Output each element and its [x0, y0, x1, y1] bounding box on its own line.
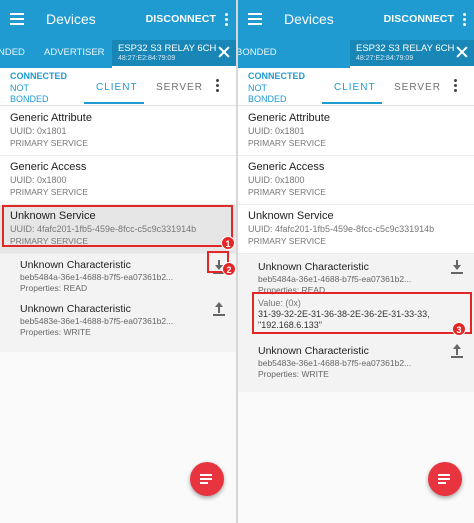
device-name: ESP32 S3 RELAY 6CH [356, 43, 455, 54]
tab-client[interactable]: CLIENT [334, 82, 376, 93]
characteristic-write[interactable]: Unknown Characteristic beb5483e-36e1-468… [0, 298, 236, 344]
more-vert-icon[interactable] [216, 79, 220, 95]
connection-status: CONNECTED [248, 71, 306, 81]
service-list: Generic Attribute UUID: 0x1801 PRIMARY S… [0, 107, 236, 352]
characteristic-name: Unknown Characteristic [258, 261, 369, 273]
characteristic-uuid: beb5484a-36e1-4688-b7f5-ea07361b2... [20, 272, 174, 282]
disconnect-button[interactable]: DISCONNECT [384, 13, 454, 25]
service-name: Generic Access [248, 161, 325, 173]
characteristic-list: Unknown Characteristic beb5484a-36e1-468… [238, 254, 474, 392]
app-bar: Devices DISCONNECT [0, 0, 236, 40]
tab-advertiser[interactable]: ADVERTISER [44, 47, 105, 58]
app-title: Devices [284, 11, 334, 27]
fab-button[interactable] [190, 462, 224, 496]
characteristic-value-text: "192.168.6.133" [258, 320, 322, 330]
characteristic-properties: Properties: WRITE [258, 369, 329, 379]
close-icon[interactable] [218, 46, 230, 58]
tab-client[interactable]: CLIENT [96, 82, 138, 93]
close-icon[interactable] [456, 46, 468, 58]
characteristic-uuid: beb5483e-36e1-4688-b7f5-ea07361b2... [20, 316, 174, 326]
characteristic-name: Unknown Characteristic [20, 303, 131, 315]
tab-bonded[interactable]: NDED [0, 47, 25, 58]
service-name: Generic Access [10, 161, 87, 173]
characteristic-read[interactable]: Unknown Characteristic beb5484a-36e1-468… [238, 254, 474, 340]
service-uuid: UUID: 0x1800 [248, 175, 305, 185]
service-type: PRIMARY SERVICE [10, 187, 88, 197]
tab-connected-device[interactable]: ESP32 S3 RELAY 6CH 48:27:E2:84:79:09 [350, 40, 474, 68]
characteristic-value-label: Value: (0x) [258, 298, 301, 308]
app-title: Devices [46, 11, 96, 27]
tab-server[interactable]: SERVER [156, 82, 203, 93]
device-tabs: BONDED ESP32 S3 RELAY 6CH 48:27:E2:84:79… [238, 40, 474, 68]
characteristic-properties: Properties: READ [20, 283, 88, 293]
more-vert-icon[interactable] [454, 79, 458, 95]
bond-status: NOT BONDED [10, 83, 49, 104]
tab-server[interactable]: SERVER [394, 82, 441, 93]
service-name: Generic Attribute [10, 112, 92, 124]
connection-status-bar: CONNECTED NOT BONDED CLIENT SERVER [0, 68, 236, 106]
tab-connected-device[interactable]: ESP32 S3 RELAY 6CH 48:27:E2:84:79:09 [112, 40, 236, 68]
annotation-marker: 1 [221, 236, 235, 250]
characteristic-uuid: beb5484a-36e1-4688-b7f5-ea07361b2... [258, 274, 412, 284]
tab-bonded[interactable]: BONDED [238, 47, 277, 58]
characteristic-properties: Properties: WRITE [20, 327, 91, 337]
device-mac: 48:27:E2:84:79:09 [356, 55, 414, 62]
annotation-marker: 2 [222, 262, 236, 276]
characteristic-uuid: beb5483e-36e1-4688-b7f5-ea07361b2... [258, 358, 412, 368]
characteristic-list: Unknown Characteristic beb5484a-36e1-468… [0, 254, 236, 352]
right-screen: Devices DISCONNECT BONDED ESP32 S3 RELAY… [238, 0, 474, 523]
more-vert-icon[interactable] [459, 11, 469, 29]
upload-write-icon[interactable] [212, 302, 226, 316]
disconnect-button[interactable]: DISCONNECT [146, 13, 216, 25]
client-tab-indicator [322, 102, 382, 104]
service-name: Unknown Service [248, 210, 334, 222]
hamburger-menu-icon[interactable] [8, 10, 26, 28]
service-type: PRIMARY SERVICE [248, 236, 326, 246]
service-uuid: UUID: 0x1801 [248, 126, 305, 136]
annotation-marker: 3 [452, 322, 466, 336]
service-uuid: UUID: 4fafc201-1fb5-459e-8fcc-c5c9c33191… [10, 224, 197, 234]
service-unknown[interactable]: Unknown Service UUID: 4fafc201-1fb5-459e… [238, 205, 474, 254]
service-type: PRIMARY SERVICE [10, 138, 88, 148]
service-uuid: UUID: 4fafc201-1fb5-459e-8fcc-c5c9c33191… [248, 224, 435, 234]
service-generic-attribute[interactable]: Generic Attribute UUID: 0x1801 PRIMARY S… [238, 107, 474, 156]
service-name: Unknown Service [10, 210, 96, 222]
more-vert-icon[interactable] [221, 11, 231, 29]
characteristic-name: Unknown Characteristic [258, 345, 369, 357]
client-tab-indicator [84, 102, 144, 104]
service-unknown[interactable]: Unknown Service UUID: 4fafc201-1fb5-459e… [0, 205, 236, 254]
characteristic-properties: Properties: READ [258, 285, 326, 295]
service-type: PRIMARY SERVICE [10, 236, 88, 246]
left-screen: Devices DISCONNECT NDED ADVERTISER ESP32… [0, 0, 236, 523]
service-generic-access[interactable]: Generic Access UUID: 0x1800 PRIMARY SERV… [0, 156, 236, 205]
characteristic-value-hex: 31-39-32-2E-31-36-38-2E-36-2E-31-33-33, [258, 309, 430, 319]
service-list: Generic Attribute UUID: 0x1801 PRIMARY S… [238, 107, 474, 392]
characteristic-write[interactable]: Unknown Characteristic beb5483e-36e1-468… [238, 340, 474, 384]
connection-status-bar: CONNECTED NOT BONDED CLIENT SERVER [238, 68, 474, 106]
hamburger-menu-icon[interactable] [246, 10, 264, 28]
connection-status: CONNECTED [10, 71, 68, 81]
service-type: PRIMARY SERVICE [248, 138, 326, 148]
characteristic-name: Unknown Characteristic [20, 259, 131, 271]
device-mac: 48:27:E2:84:79:09 [118, 55, 176, 62]
download-read-icon[interactable] [450, 260, 464, 274]
upload-write-icon[interactable] [450, 344, 464, 358]
device-name: ESP32 S3 RELAY 6CH [118, 43, 217, 54]
device-tabs: NDED ADVERTISER ESP32 S3 RELAY 6CH 48:27… [0, 40, 236, 68]
service-type: PRIMARY SERVICE [248, 187, 326, 197]
app-bar: Devices DISCONNECT [238, 0, 474, 40]
service-uuid: UUID: 0x1801 [10, 126, 67, 136]
bond-status: NOT BONDED [248, 83, 287, 104]
service-name: Generic Attribute [248, 112, 330, 124]
service-generic-access[interactable]: Generic Access UUID: 0x1800 PRIMARY SERV… [238, 156, 474, 205]
service-generic-attribute[interactable]: Generic Attribute UUID: 0x1801 PRIMARY S… [0, 107, 236, 156]
characteristic-read[interactable]: Unknown Characteristic beb5484a-36e1-468… [0, 254, 236, 298]
fab-button[interactable] [428, 462, 462, 496]
service-uuid: UUID: 0x1800 [10, 175, 67, 185]
